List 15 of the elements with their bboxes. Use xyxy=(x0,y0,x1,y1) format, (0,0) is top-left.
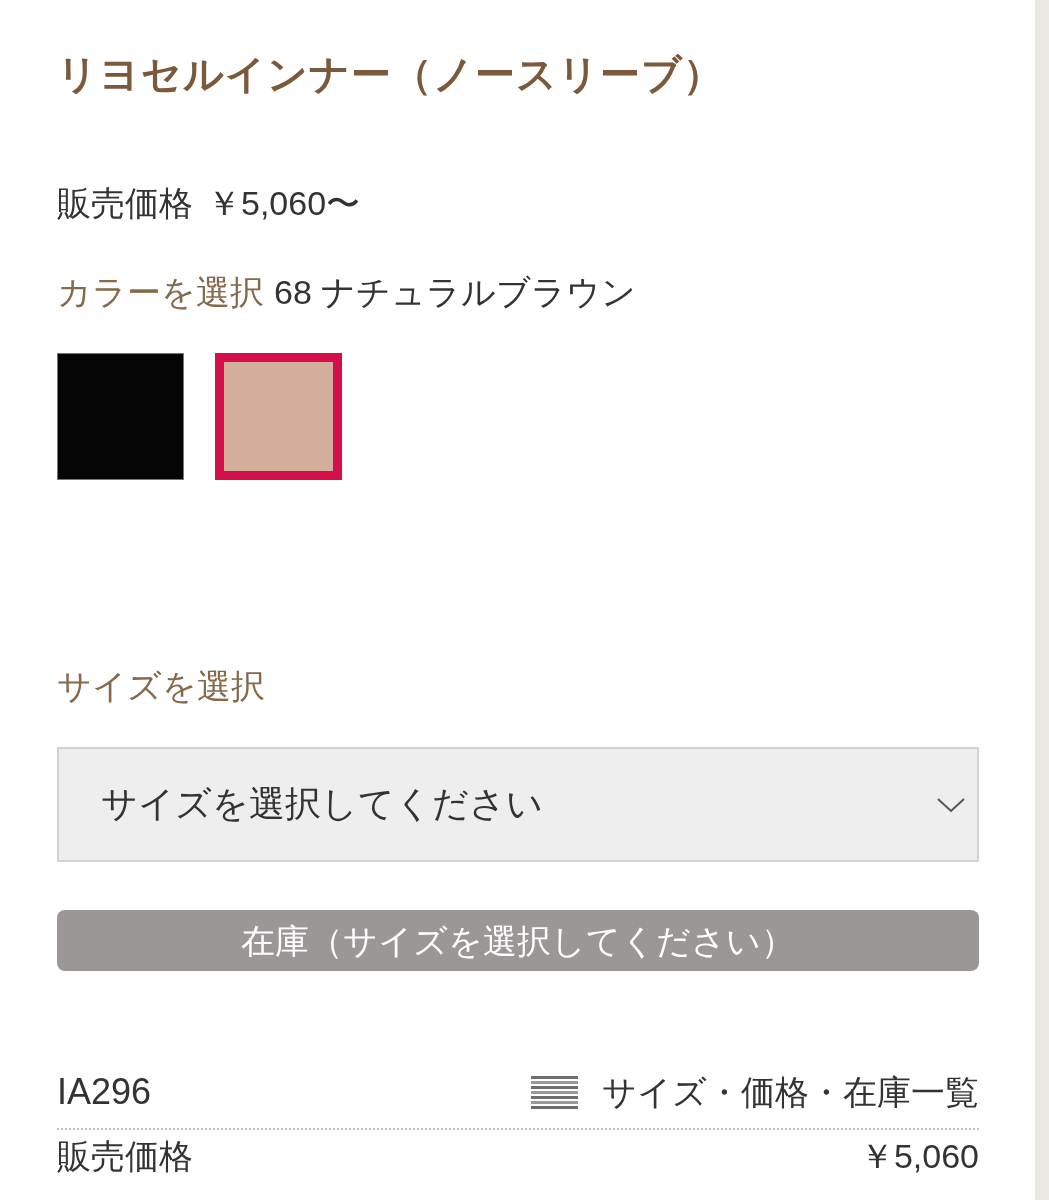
color-swatch[interactable] xyxy=(215,353,342,480)
price-row-label: 販売価格 xyxy=(57,1136,193,1177)
size-dropdown[interactable]: サイズを選択してください xyxy=(57,747,979,862)
product-title: リヨセルインナー（ノースリーブ） xyxy=(57,51,724,98)
selected-color-name: 68 ナチュラルブラウン xyxy=(274,272,637,313)
product-code: IA296 xyxy=(57,1070,152,1114)
color-swatch[interactable] xyxy=(57,353,184,480)
price-row-value: ￥5,060 xyxy=(859,1136,979,1177)
list-icon xyxy=(531,1075,578,1109)
size-list-link[interactable]: サイズ・価格・在庫一覧 xyxy=(531,1068,979,1116)
color-label: カラーを選択 xyxy=(57,272,264,313)
price-label: 販売価格 xyxy=(57,183,193,224)
price-value: ￥5,060〜 xyxy=(207,183,361,224)
size-label: サイズを選択 xyxy=(57,666,265,707)
chevron-down-icon xyxy=(937,796,965,813)
